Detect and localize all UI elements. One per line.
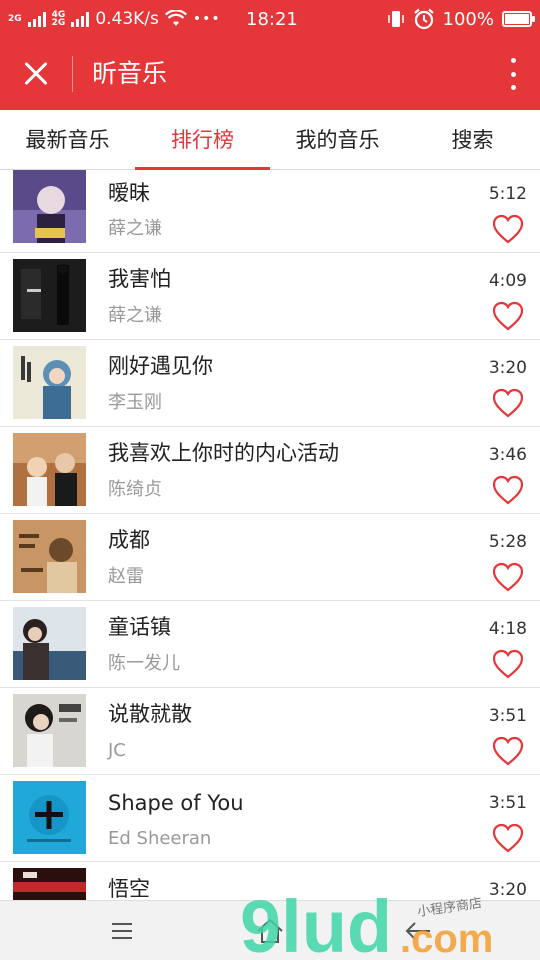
song-item[interactable]: 悟空 3:20: [0, 862, 540, 900]
song-duration: 5:12: [488, 184, 527, 204]
app-header: 昕音乐: [0, 38, 540, 110]
song-list: 暧昧 薛之谦 5:12 我害怕 薛之谦 4:09 刚好遇见你 李玉刚 3:20 …: [0, 170, 540, 900]
more-notifications-icon: •••: [192, 11, 221, 27]
network-type-secondary: 4G 2G: [51, 11, 66, 28]
song-duration: 4:09: [488, 271, 527, 291]
tab-my-music[interactable]: 我的音乐: [270, 110, 405, 169]
network-type: 2G: [8, 14, 22, 24]
song-artist: Ed Sheeran: [108, 828, 212, 849]
song-title: 悟空: [108, 877, 150, 900]
status-bar: 2G 4G 2G 0.43K/s ••• 18:21 100%: [0, 0, 540, 38]
tab-bar: 最新音乐 排行榜 我的音乐 搜索: [0, 110, 540, 170]
alarm-icon: [413, 8, 434, 30]
song-title: 我喜欢上你时的内心活动: [108, 441, 339, 465]
song-artist: 赵雷: [108, 566, 144, 587]
song-duration: 3:51: [488, 793, 527, 813]
song-title: 说散就散: [108, 702, 192, 726]
more-options-button[interactable]: [508, 58, 518, 90]
song-artist: JC: [108, 740, 126, 761]
song-artist: 陈一发儿: [108, 653, 180, 674]
header-divider: [72, 56, 73, 92]
album-cover: [13, 607, 86, 680]
network-label-top: 2G: [8, 14, 22, 24]
song-item[interactable]: Shape of You Ed Sheeran 3:51: [0, 775, 540, 862]
favorite-heart-icon[interactable]: [492, 475, 524, 505]
song-item[interactable]: 成都 赵雷 5:28: [0, 514, 540, 601]
status-right: 100%: [387, 0, 535, 38]
album-cover: [13, 781, 86, 854]
song-duration: 3:51: [488, 706, 527, 726]
song-title: Shape of You: [108, 791, 244, 815]
network-speed: 0.43K/s: [95, 9, 159, 29]
home-icon[interactable]: [250, 911, 290, 951]
song-duration: 3:20: [488, 358, 527, 378]
album-cover: [13, 433, 86, 506]
song-item[interactable]: 暧昧 薛之谦 5:12: [0, 170, 540, 253]
wifi-icon: [164, 10, 187, 26]
battery-percent: 100%: [442, 8, 494, 30]
more-dot-icon: [510, 71, 516, 77]
song-artist: 陈绮贞: [108, 479, 162, 500]
menu-icon[interactable]: [102, 911, 142, 951]
song-duration: 3:46: [488, 445, 527, 465]
song-item[interactable]: 我害怕 薛之谦 4:09: [0, 253, 540, 340]
song-artist: 李玉刚: [108, 392, 162, 413]
more-dot-icon: [510, 58, 516, 63]
back-icon[interactable]: [398, 911, 438, 951]
song-item[interactable]: 说散就散 JC 3:51: [0, 688, 540, 775]
battery-icon: [502, 11, 535, 27]
album-cover: [13, 346, 86, 419]
song-item[interactable]: 童话镇 陈一发儿 4:18: [0, 601, 540, 688]
system-navigation-bar: [0, 900, 540, 960]
favorite-heart-icon[interactable]: [492, 214, 524, 244]
tab-latest-music[interactable]: 最新音乐: [0, 110, 135, 169]
vibrate-icon: [387, 11, 404, 27]
clock: 18:21: [246, 9, 298, 30]
album-cover: [13, 259, 86, 332]
song-duration: 4:18: [488, 619, 527, 639]
song-duration: 5:28: [488, 532, 527, 552]
favorite-heart-icon[interactable]: [492, 562, 524, 592]
favorite-heart-icon[interactable]: [492, 823, 524, 853]
album-cover: [13, 520, 86, 593]
more-dot-icon: [510, 85, 516, 90]
close-button[interactable]: [16, 54, 56, 94]
signal-icon: [27, 11, 46, 27]
album-cover: [13, 868, 86, 900]
song-title: 暧昧: [108, 181, 150, 205]
tab-search[interactable]: 搜索: [405, 110, 540, 169]
network-label-bot: 2G: [51, 18, 66, 28]
favorite-heart-icon[interactable]: [492, 388, 524, 418]
album-cover: [13, 694, 86, 767]
song-artist: 薛之谦: [108, 305, 162, 326]
album-cover: [13, 170, 86, 243]
battery-fill: [505, 14, 529, 24]
app-root: 2G 4G 2G 0.43K/s ••• 18:21 100% 昕音乐 最新音乐…: [0, 0, 540, 960]
song-title: 成都: [108, 528, 150, 552]
favorite-heart-icon[interactable]: [492, 649, 524, 679]
tab-charts[interactable]: 排行榜: [135, 110, 270, 170]
favorite-heart-icon[interactable]: [492, 736, 524, 766]
signal-icon-secondary: [71, 11, 90, 27]
song-duration: 3:20: [488, 880, 527, 900]
song-item[interactable]: 刚好遇见你 李玉刚 3:20: [0, 340, 540, 427]
page-title: 昕音乐: [92, 59, 168, 88]
song-title: 我害怕: [108, 267, 171, 291]
favorite-heart-icon[interactable]: [492, 301, 524, 331]
song-title: 童话镇: [108, 615, 171, 639]
status-left: 2G 4G 2G 0.43K/s •••: [8, 0, 221, 38]
song-artist: 薛之谦: [108, 218, 162, 239]
song-item[interactable]: 我喜欢上你时的内心活动 陈绮贞 3:46: [0, 427, 540, 514]
song-title: 刚好遇见你: [108, 354, 213, 378]
